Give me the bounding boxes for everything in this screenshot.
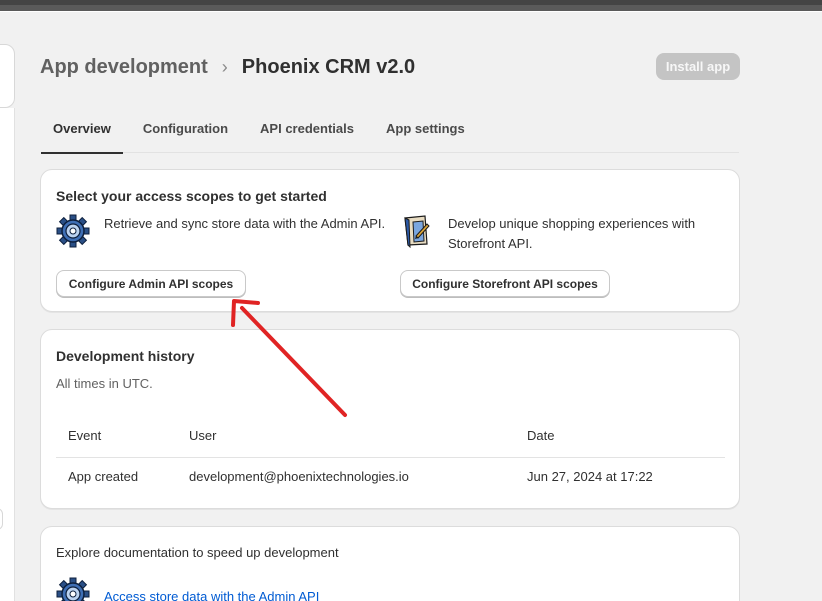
storefront-scope-block: Develop unique shopping experiences with… — [400, 214, 728, 254]
breadcrumb-app-development[interactable]: App development — [40, 56, 208, 79]
access-scopes-title: Select your access scopes to get started — [56, 188, 327, 204]
history-row-user: development@phoenixtechnologies.io — [189, 469, 409, 484]
page-title: Phoenix CRM v2.0 — [241, 55, 416, 78]
development-history-card: Development history All times in UTC. Ev… — [40, 329, 740, 509]
table-divider — [56, 457, 725, 458]
documentation-intro: Explore documentation to speed up develo… — [56, 545, 339, 560]
admin-scope-block: Retrieve and sync store data with the Ad… — [56, 214, 394, 248]
tab-api-credentials[interactable]: API credentials — [248, 113, 366, 153]
tab-configuration[interactable]: Configuration — [131, 113, 240, 153]
column-header-event: Event — [68, 428, 102, 443]
window-chrome-lower — [0, 5, 822, 11]
gear-icon — [56, 577, 90, 601]
history-row-date: Jun 27, 2024 at 17:22 — [527, 469, 653, 484]
tab-overview[interactable]: Overview — [41, 113, 123, 154]
chevron-right-icon: › — [221, 56, 228, 77]
development-history-title: Development history — [56, 348, 195, 364]
tab-app-settings[interactable]: App settings — [374, 113, 477, 153]
tab-bar: Overview Configuration API credentials A… — [41, 113, 739, 154]
sidebar-top-card — [0, 44, 15, 108]
configure-storefront-api-scopes-button[interactable]: Configure Storefront API scopes — [400, 270, 610, 297]
configure-admin-api-scopes-button[interactable]: Configure Admin API scopes — [56, 270, 246, 297]
column-header-date: Date — [527, 428, 555, 443]
access-scopes-card: Select your access scopes to get started — [40, 169, 740, 312]
timezone-note: All times in UTC. — [56, 376, 153, 391]
gear-icon — [56, 214, 90, 248]
storefront-scope-description: Develop unique shopping experiences with… — [448, 216, 696, 251]
admin-scope-description: Retrieve and sync store data with the Ad… — [104, 216, 386, 231]
install-app-button[interactable]: Install app — [656, 53, 740, 80]
storefront-book-icon — [400, 214, 434, 249]
documentation-card: Explore documentation to speed up develo… — [40, 526, 740, 601]
admin-api-docs-link[interactable]: Access store data with the Admin API — [104, 589, 319, 601]
sidebar-panel — [0, 108, 15, 601]
history-row-event: App created — [68, 469, 139, 484]
page-header: App development › Phoenix CRM v2.0 — [40, 52, 415, 82]
column-header-user: User — [189, 428, 217, 443]
